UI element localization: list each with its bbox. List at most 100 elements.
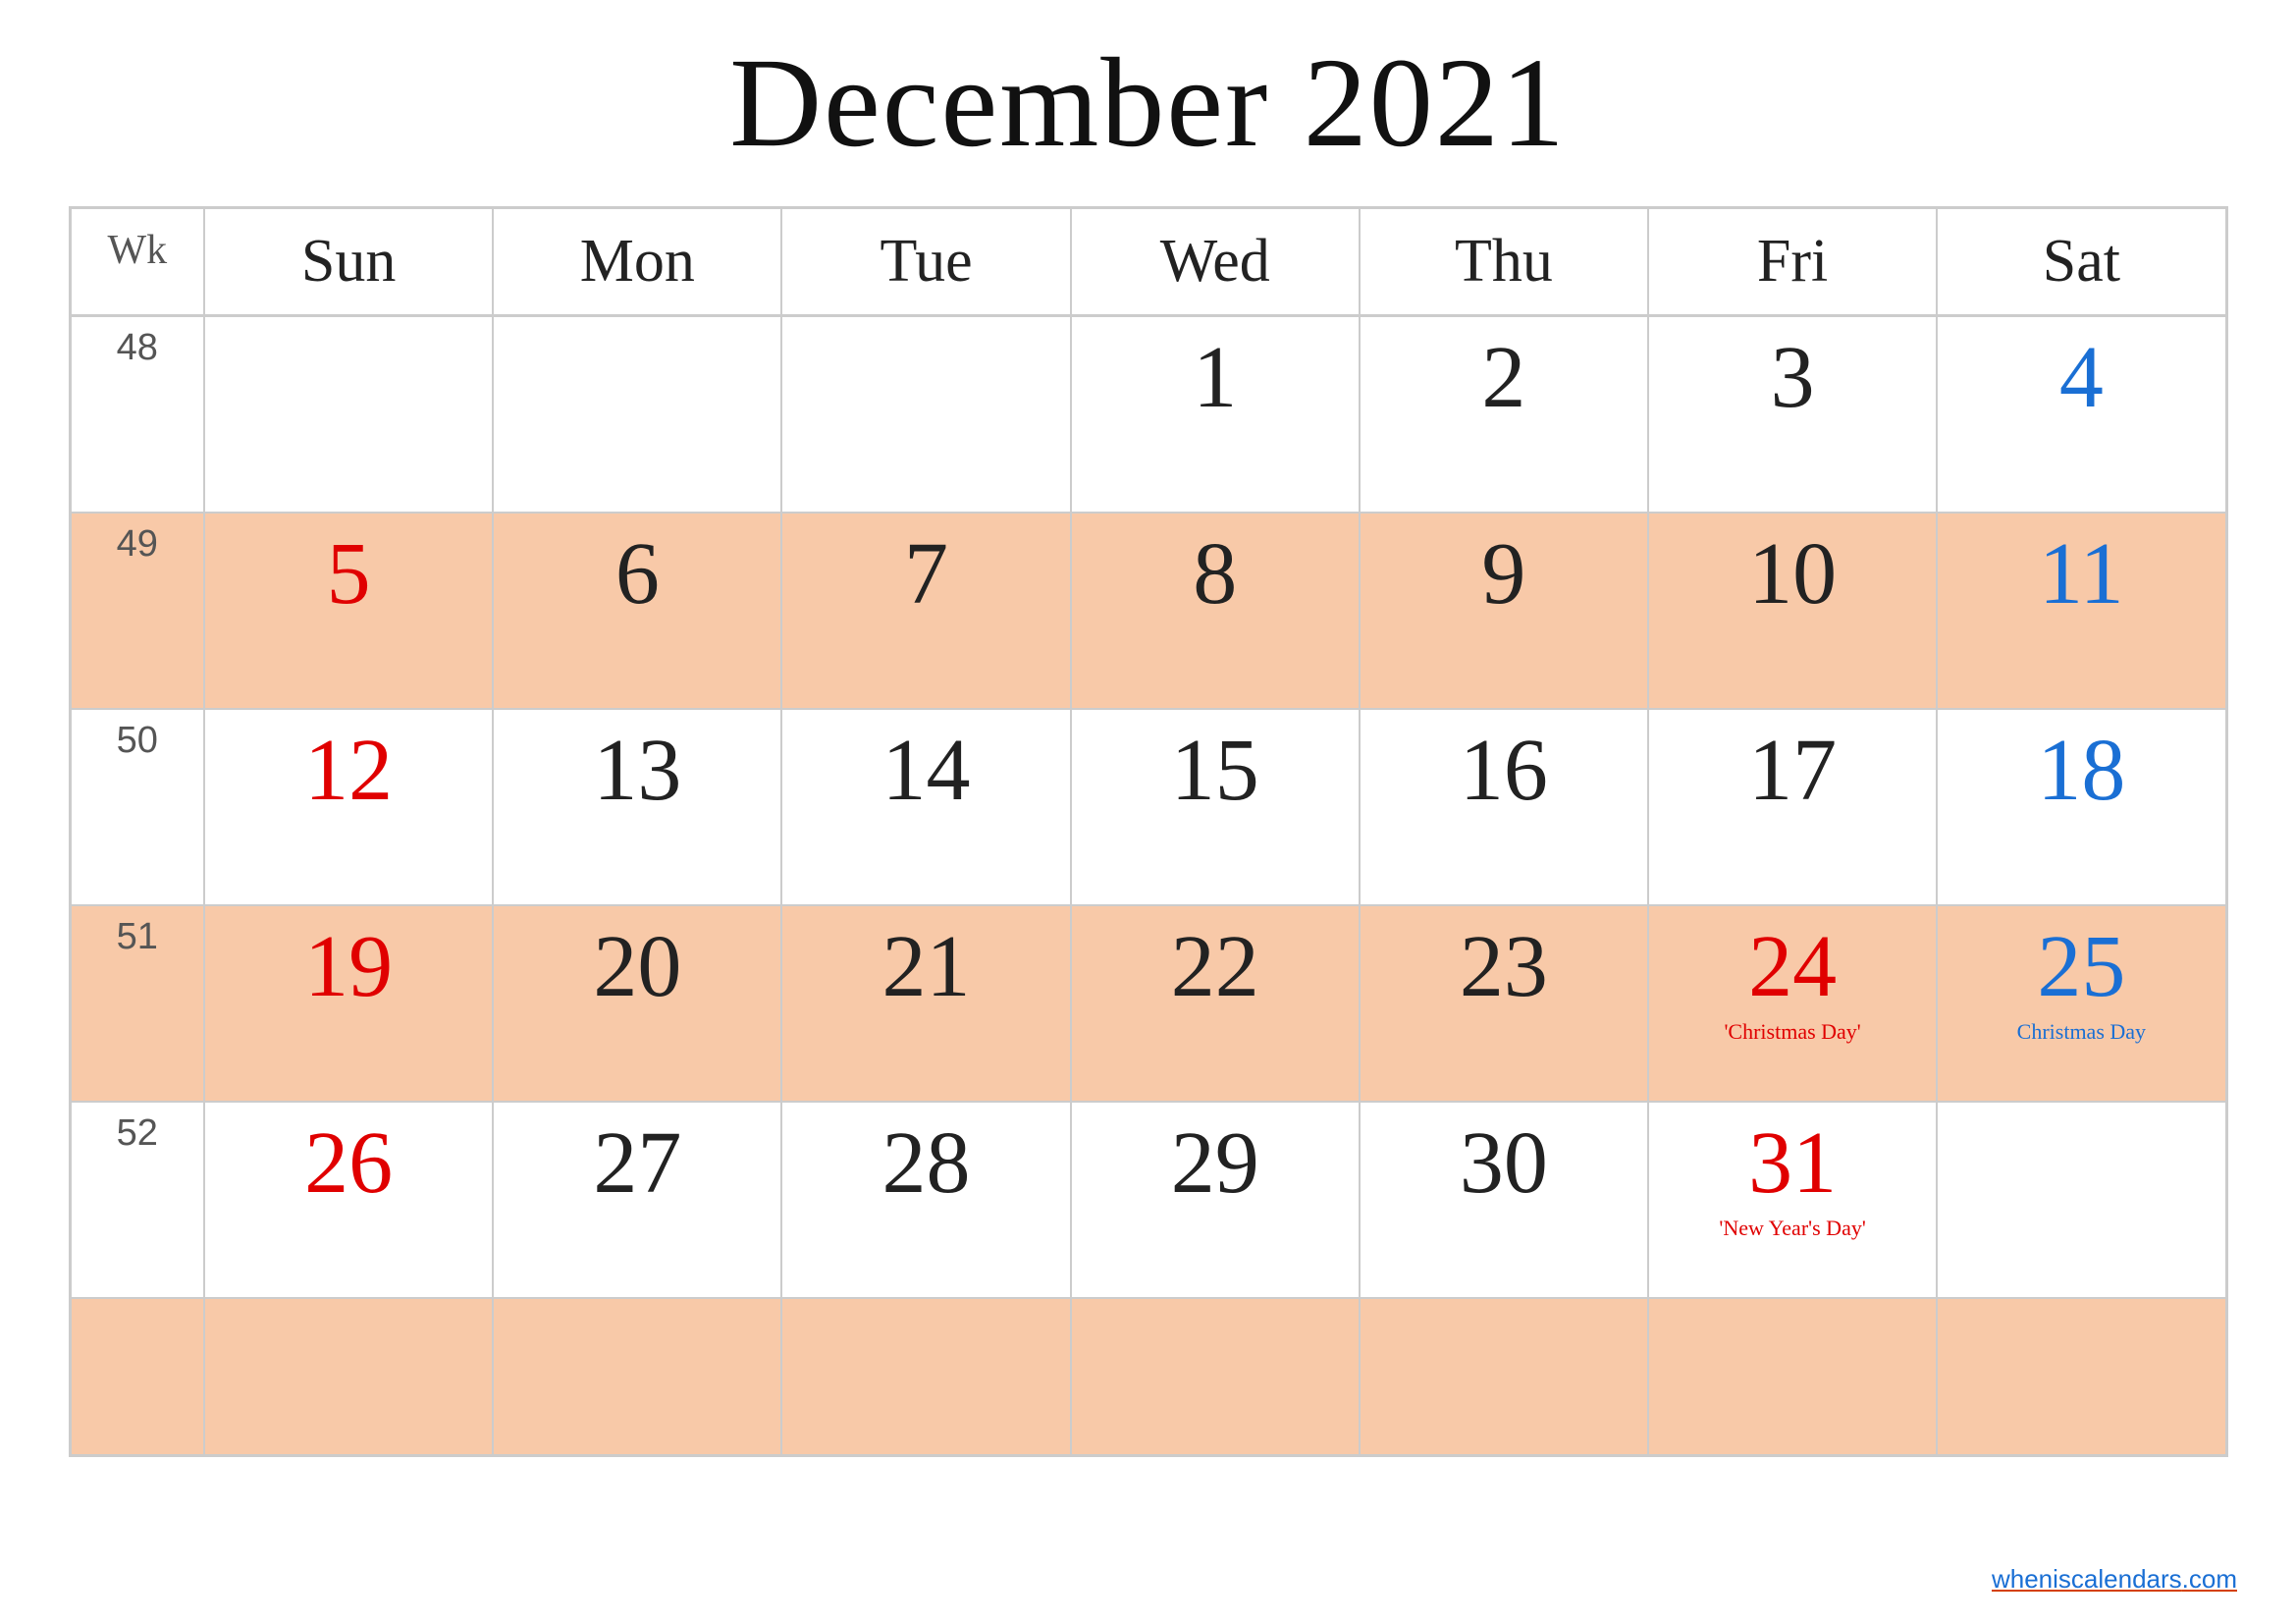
day-cell: 4 <box>1937 316 2225 513</box>
day-number: 1 <box>1193 329 1237 426</box>
day-cell: 23 <box>1360 905 1648 1102</box>
calendar-container: December 2021 Wk Sun Mon Tue Wed Thu Fri… <box>69 0 2228 1457</box>
header-wed: Wed <box>1071 208 1360 316</box>
day-cell: 13 <box>493 709 781 905</box>
day-number: 24 <box>1748 918 1837 1015</box>
watermark-suffix: .com <box>2182 1564 2237 1594</box>
empty-cell <box>71 1298 205 1455</box>
wk-cell: 48 <box>71 316 205 513</box>
day-cell: 25 Christmas Day <box>1937 905 2225 1102</box>
day-number: 12 <box>304 722 393 819</box>
header-sun: Sun <box>204 208 493 316</box>
day-cell: 15 <box>1071 709 1360 905</box>
day-number: 28 <box>882 1114 971 1212</box>
day-cell: 6 <box>493 513 781 709</box>
empty-cell <box>204 1298 493 1455</box>
day-cell: 2 <box>1360 316 1648 513</box>
wk-cell: 52 <box>71 1102 205 1298</box>
day-cell: 5 <box>204 513 493 709</box>
day-number: 29 <box>1171 1114 1259 1212</box>
watermark-text: wheniscalendars <box>1992 1564 2182 1594</box>
day-number: 10 <box>1748 525 1837 623</box>
day-number: 11 <box>2039 525 2124 623</box>
week-row: 48 1 2 3 4 <box>71 316 2226 513</box>
day-number: 6 <box>615 525 660 623</box>
watermark: wheniscalendars.com <box>1992 1564 2237 1595</box>
day-cell: 10 <box>1648 513 1937 709</box>
day-cell: 18 <box>1937 709 2225 905</box>
header-tue: Tue <box>781 208 1070 316</box>
day-number: 25 <box>2037 918 2125 1015</box>
holiday-label: 'Christmas Day' <box>1657 1019 1928 1045</box>
day-number: 21 <box>882 918 971 1015</box>
week-row: 52 26 27 28 29 30 31 'New Year's Day' <box>71 1102 2226 1298</box>
day-number: 13 <box>593 722 681 819</box>
day-cell: 11 <box>1937 513 2225 709</box>
day-number: 7 <box>904 525 948 623</box>
watermark-link[interactable]: wheniscalendars.com <box>1992 1564 2237 1594</box>
day-cell: 20 <box>493 905 781 1102</box>
wk-cell: 51 <box>71 905 205 1102</box>
day-cell: 17 <box>1648 709 1937 905</box>
week-row: 50 12 13 14 15 16 17 18 <box>71 709 2226 905</box>
day-number: 14 <box>882 722 971 819</box>
holiday-label: 'New Year's Day' <box>1657 1216 1928 1241</box>
day-number: 26 <box>304 1114 393 1212</box>
day-number: 5 <box>327 525 371 623</box>
header-sat: Sat <box>1937 208 2225 316</box>
day-number: 20 <box>593 918 681 1015</box>
day-number: 16 <box>1460 722 1548 819</box>
empty-cell <box>781 1298 1070 1455</box>
day-cell <box>204 316 493 513</box>
day-cell: 29 <box>1071 1102 1360 1298</box>
day-number: 19 <box>304 918 393 1015</box>
holiday-label: Christmas Day <box>1946 1019 2216 1045</box>
day-number: 4 <box>2059 329 2104 426</box>
calendar-title: December 2021 <box>69 29 2228 177</box>
day-cell: 30 <box>1360 1102 1648 1298</box>
day-number: 22 <box>1171 918 1259 1015</box>
day-cell: 7 <box>781 513 1070 709</box>
day-cell: 8 <box>1071 513 1360 709</box>
day-cell: 9 <box>1360 513 1648 709</box>
empty-cell <box>1937 1298 2225 1455</box>
wk-cell: 50 <box>71 709 205 905</box>
day-cell: 24 'Christmas Day' <box>1648 905 1937 1102</box>
day-number: 8 <box>1193 525 1237 623</box>
header-row: Wk Sun Mon Tue Wed Thu Fri Sat <box>71 208 2226 316</box>
day-cell: 16 <box>1360 709 1648 905</box>
empty-row <box>71 1298 2226 1455</box>
day-number: 17 <box>1748 722 1837 819</box>
header-mon: Mon <box>493 208 781 316</box>
day-cell: 1 <box>1071 316 1360 513</box>
day-number: 15 <box>1171 722 1259 819</box>
day-cell: 31 'New Year's Day' <box>1648 1102 1937 1298</box>
day-cell: 19 <box>204 905 493 1102</box>
day-number: 3 <box>1771 329 1815 426</box>
day-cell: 26 <box>204 1102 493 1298</box>
day-number: 9 <box>1481 525 1525 623</box>
week-row: 49 5 6 7 8 9 10 11 <box>71 513 2226 709</box>
empty-cell <box>1648 1298 1937 1455</box>
day-cell: 28 <box>781 1102 1070 1298</box>
empty-cell <box>1360 1298 1648 1455</box>
day-cell: 21 <box>781 905 1070 1102</box>
day-cell <box>781 316 1070 513</box>
day-number: 30 <box>1460 1114 1548 1212</box>
day-cell: 22 <box>1071 905 1360 1102</box>
wk-cell: 49 <box>71 513 205 709</box>
day-number: 27 <box>593 1114 681 1212</box>
empty-cell <box>1071 1298 1360 1455</box>
day-cell <box>493 316 781 513</box>
day-number: 31 <box>1748 1114 1837 1212</box>
week-row: 51 19 20 21 22 23 24 'Christmas Day' 25 Christmas… <box>71 905 2226 1102</box>
day-number: 18 <box>2037 722 2125 819</box>
day-cell: 27 <box>493 1102 781 1298</box>
day-cell: 14 <box>781 709 1070 905</box>
day-cell: 3 <box>1648 316 1937 513</box>
day-number: 2 <box>1481 329 1525 426</box>
day-cell <box>1937 1102 2225 1298</box>
day-number: 23 <box>1460 918 1548 1015</box>
empty-cell <box>493 1298 781 1455</box>
calendar-table: Wk Sun Mon Tue Wed Thu Fri Sat 481234495… <box>69 206 2228 1457</box>
